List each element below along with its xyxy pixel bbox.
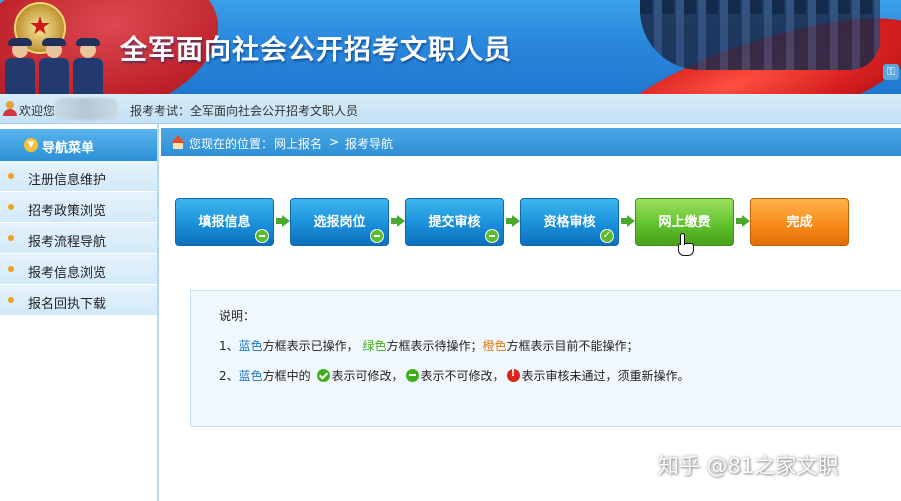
minus-icon xyxy=(405,369,419,382)
hand-cursor-icon xyxy=(676,233,696,257)
site-title: 全军面向社会公开招考文职人员 xyxy=(120,35,512,66)
soldier-figure xyxy=(2,38,38,94)
orange-term: 橙色 xyxy=(482,339,507,353)
sidebar-header: ▼ 导航菜单 xyxy=(0,129,157,161)
instructions-panel: 说明： 1、蓝色方框表示已操作， 绿色方框表示待操作；橙色方框表示目前不能操作；… xyxy=(190,290,901,427)
line-number: 1、 xyxy=(219,339,239,353)
instruction-text: 方框表示已操作， xyxy=(262,339,359,353)
sidebar-item-label: 报考流程导航 xyxy=(28,235,107,250)
header-banner: 全军面向社会公开招考文职人员 ⚿ xyxy=(0,0,901,94)
instruction-line-1: 1、蓝色方框表示已操作， 绿色方框表示待操作；橙色方框表示目前不能操作； xyxy=(219,337,639,354)
minus-icon xyxy=(485,229,499,243)
line-number: 2、 xyxy=(219,369,239,383)
arrow-right-icon xyxy=(276,215,290,227)
sidebar-item-receipt-download[interactable]: 报名回执下载 xyxy=(0,285,157,316)
page: 全军面向社会公开招考文职人员 ⚿ 欢迎您 报考考试：全军面向社会公开招考文职人员… xyxy=(0,0,901,501)
sidebar-item-label: 报名回执下载 xyxy=(28,297,107,312)
instruction-text: 表示可修改， xyxy=(331,369,404,383)
breadcrumb-exam-guide: 报考导航 xyxy=(345,137,394,151)
check-icon xyxy=(316,369,330,382)
soldier-figure xyxy=(70,38,106,94)
arrow-right-icon xyxy=(391,215,405,227)
check-icon: ✓ xyxy=(600,229,614,243)
sidebar: ▼ 导航菜单 注册信息维护 招考政策浏览 报考流程导航 报考信息浏览 报名回执下… xyxy=(0,124,159,501)
step-label: 提交审核 xyxy=(428,215,481,230)
chevron-down-icon: ▼ xyxy=(24,138,38,152)
instruction-text: 表示审核未通过，须重新操作。 xyxy=(521,369,690,383)
blue-term: 蓝色 xyxy=(238,339,263,353)
sidebar-header-label: 导航菜单 xyxy=(42,141,95,156)
blue-term: 蓝色 xyxy=(238,369,263,383)
username-redacted xyxy=(54,98,118,120)
exam-name: 报考考试：全军面向社会公开招考文职人员 xyxy=(130,104,359,118)
welcome-text: 欢迎您 xyxy=(19,104,56,118)
step-label: 资格审核 xyxy=(543,215,596,230)
sidebar-item-label: 注册信息维护 xyxy=(28,173,107,188)
sidebar-item-label: 报考信息浏览 xyxy=(28,266,107,281)
step-label: 网上缴费 xyxy=(658,215,711,230)
breadcrumb-separator: > xyxy=(329,135,340,149)
instruction-text: 方框表示目前不能操作； xyxy=(506,339,639,353)
step-label: 完成 xyxy=(786,215,813,230)
minus-icon xyxy=(255,229,269,243)
minus-icon xyxy=(370,229,384,243)
instructions-title: 说明： xyxy=(219,309,256,323)
sidebar-item-process-guide[interactable]: 报考流程导航 xyxy=(0,223,157,254)
arrow-right-icon xyxy=(621,215,635,227)
bullet-icon xyxy=(8,173,14,179)
bullet-icon xyxy=(8,235,14,241)
step-label: 选报岗位 xyxy=(313,215,366,230)
error-icon xyxy=(506,368,520,382)
step-fill-info-button[interactable]: 填报信息 xyxy=(175,198,274,246)
soldier-figure xyxy=(36,38,72,94)
troops-image xyxy=(640,0,880,70)
user-icon xyxy=(3,101,17,116)
sidebar-item-label: 招考政策浏览 xyxy=(28,204,107,219)
instruction-text: 方框中的 xyxy=(262,369,311,383)
breadcrumb-online-registration[interactable]: 网上报名 xyxy=(274,135,322,152)
arrow-right-icon xyxy=(736,215,750,227)
step-submit-review-button[interactable]: 提交审核 xyxy=(405,198,504,246)
step-label: 填报信息 xyxy=(198,215,251,230)
bullet-icon xyxy=(8,266,14,272)
bullet-icon xyxy=(8,204,14,210)
step-qualification-review-button[interactable]: 资格审核 ✓ xyxy=(520,198,619,246)
instruction-text: 表示不可修改， xyxy=(420,369,505,383)
instruction-text: 方框表示待操作； xyxy=(386,339,483,353)
lock-icon[interactable]: ⚿ xyxy=(883,64,899,80)
sidebar-item-policy[interactable]: 招考政策浏览 xyxy=(0,192,157,223)
arrow-right-icon xyxy=(506,215,520,227)
breadcrumb: 您现在的位置： 网上报名 > 报考导航 xyxy=(161,128,901,156)
green-term: 绿色 xyxy=(362,339,387,353)
home-icon xyxy=(171,135,185,149)
sidebar-item-registration-info[interactable]: 注册信息维护 xyxy=(0,161,157,192)
sidebar-item-application-info[interactable]: 报考信息浏览 xyxy=(0,254,157,285)
step-complete-button[interactable]: 完成 xyxy=(750,198,849,246)
breadcrumb-label: 您现在的位置： xyxy=(189,137,274,151)
instruction-line-2: 2、蓝色方框中的 表示可修改， 表示不可修改， 表示审核未通过，须重新操作。 xyxy=(219,367,690,384)
welcome-bar: 欢迎您 报考考试：全军面向社会公开招考文职人员 xyxy=(0,94,901,124)
watermark: 知乎 @81之家文职 xyxy=(658,454,839,478)
bullet-icon xyxy=(8,297,14,303)
step-select-position-button[interactable]: 选报岗位 xyxy=(290,198,389,246)
